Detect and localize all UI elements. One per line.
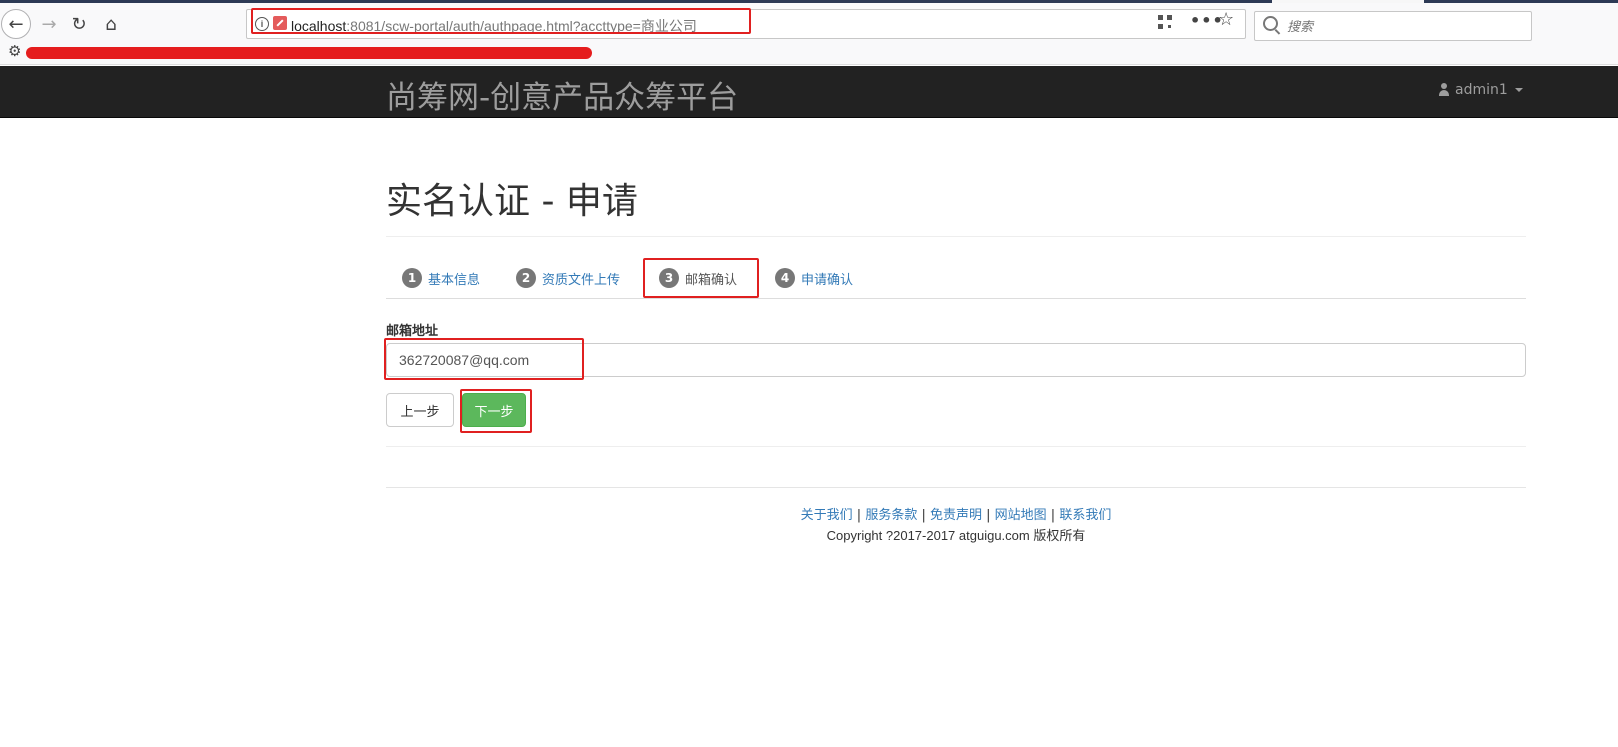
divider	[386, 446, 1526, 447]
reload-button[interactable]: ↻	[64, 9, 94, 39]
footer-link-contact[interactable]: 联系我们	[1059, 508, 1111, 523]
arrow-left-icon: ←	[8, 13, 24, 35]
search-icon	[1263, 16, 1278, 31]
arrow-right-icon: →	[41, 13, 57, 35]
footer-link-sitemap[interactable]: 网站地图	[995, 508, 1047, 523]
browser-search-input[interactable]	[1285, 16, 1519, 38]
browser-toolbar: ← → ↻ ⌂ i localhost:8081/scw-portal/auth…	[0, 3, 1618, 42]
gear-icon[interactable]: ⚙	[8, 42, 21, 60]
footer-link-terms[interactable]: 服务条款	[865, 508, 917, 523]
tab-basic-info[interactable]: 1 基本信息	[402, 258, 480, 298]
input-highlight-box	[384, 338, 584, 380]
brand-title[interactable]: 尚筹网-创意产品众筹平台	[386, 72, 738, 117]
username: admin1	[1455, 82, 1508, 98]
prev-step-button[interactable]: 上一步	[386, 393, 454, 427]
bookmark-star-icon[interactable]: ☆	[1218, 9, 1234, 30]
reload-icon: ↻	[71, 13, 87, 35]
tab-label: 基本信息	[428, 272, 481, 288]
button-highlight-box	[460, 389, 532, 433]
user-icon	[1438, 83, 1450, 97]
back-button[interactable]: ←	[1, 9, 31, 39]
step-badge: 4	[775, 268, 795, 288]
user-menu[interactable]: admin1	[1438, 82, 1523, 98]
footer-link-disclaimer[interactable]: 免责声明	[930, 508, 982, 523]
bookmarks-bar: ⚙	[0, 42, 1618, 65]
site-navbar: 尚筹网-创意产品众筹平台 admin1	[0, 66, 1618, 118]
copyright-text: Copyright ?2017-2017 atguigu.com 版权所有	[826, 528, 1086, 543]
step-badge: 1	[402, 268, 422, 288]
tab-label: 资质文件上传	[542, 272, 621, 288]
tab-highlight-box	[643, 258, 759, 298]
qr-code-icon[interactable]	[1158, 15, 1172, 29]
caret-down-icon	[1514, 88, 1523, 92]
step-tabs: 1 基本信息 2 资质文件上传 3 邮箱确认 4 申请确认	[386, 258, 1526, 299]
page-title: 实名认证 - 申请	[386, 181, 638, 222]
home-button[interactable]: ⌂	[96, 9, 126, 39]
tab-qualification-upload[interactable]: 2 资质文件上传	[516, 258, 620, 298]
browser-search-box[interactable]	[1254, 11, 1532, 41]
email-label: 邮箱地址	[386, 324, 439, 339]
forward-button[interactable]: →	[34, 9, 64, 39]
url-highlight-box	[251, 8, 751, 34]
footer-links: 关于我们 | 服务条款 | 免责声明 | 网站地图 | 联系我们	[800, 508, 1112, 523]
redacted-bookmarks	[26, 47, 592, 59]
step-badge: 2	[516, 268, 536, 288]
tab-application-confirm[interactable]: 4 申请确认	[775, 258, 853, 298]
tab-label: 申请确认	[801, 272, 854, 288]
home-icon: ⌂	[105, 13, 117, 35]
footer-divider	[386, 487, 1526, 488]
divider	[386, 236, 1526, 237]
footer-link-about[interactable]: 关于我们	[801, 508, 853, 523]
